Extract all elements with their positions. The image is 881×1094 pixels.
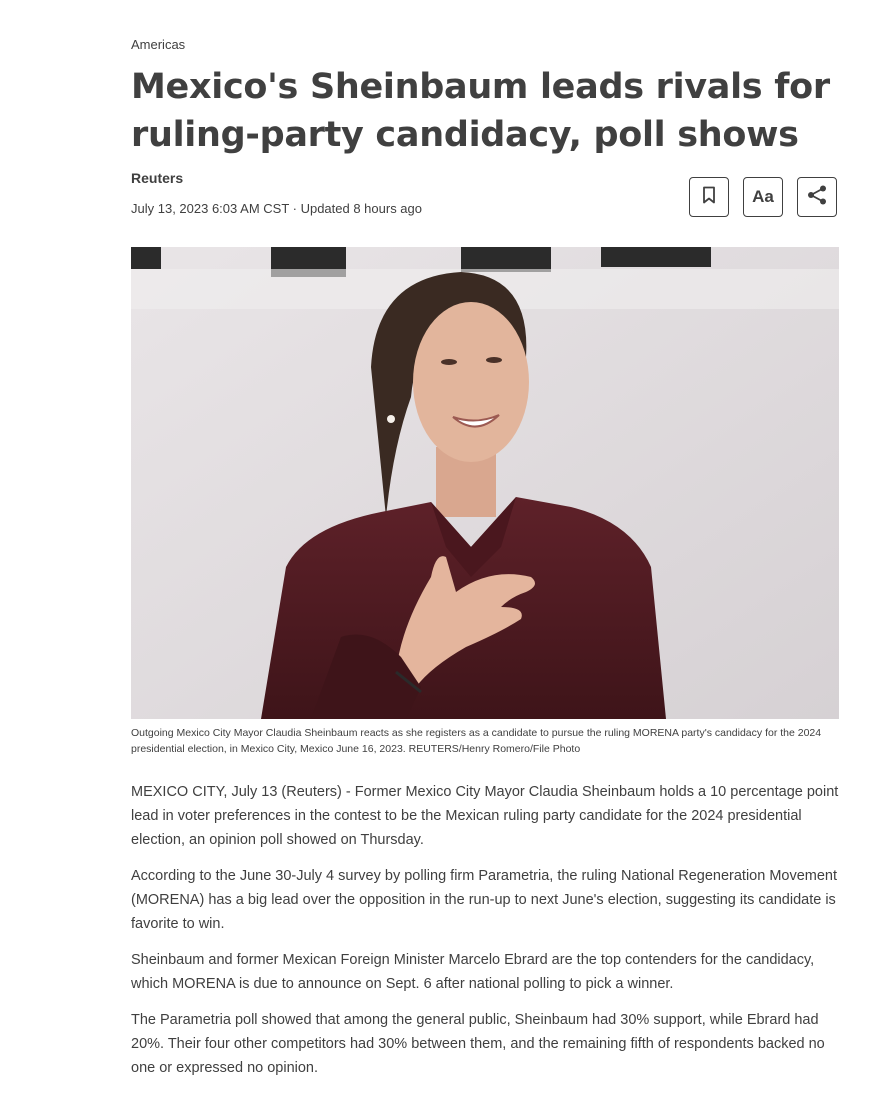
text-size-button[interactable]: Aa [743, 177, 783, 217]
headline: Mexico's Sheinbaum leads rivals for ruli… [131, 67, 830, 155]
bookmark-icon [702, 186, 716, 209]
paragraph: Sheinbaum and former Mexican Foreign Min… [131, 952, 815, 992]
photo-caption: Outgoing Mexico City Mayor Claudia Shein… [131, 727, 822, 755]
text-size-label: Aa [752, 187, 774, 206]
share-button[interactable] [797, 177, 837, 217]
article-body: MEXICO CITY, July 13 (Reuters) - Former … [131, 780, 839, 1092]
paragraph: MEXICO CITY, July 13 (Reuters) - Former … [131, 784, 839, 848]
bookmark-button[interactable] [689, 177, 729, 217]
byline-author[interactable]: Reuters [131, 170, 183, 186]
article-photo[interactable] [131, 247, 839, 719]
section-link[interactable]: Americas [131, 37, 185, 52]
share-icon [806, 184, 828, 211]
paragraph: The Parametria poll showed that among th… [131, 1012, 825, 1076]
paragraph: According to the June 30-July 4 survey b… [131, 868, 838, 932]
dateline: July 13, 2023 6:03 AM CST · Updated 8 ho… [131, 201, 422, 216]
